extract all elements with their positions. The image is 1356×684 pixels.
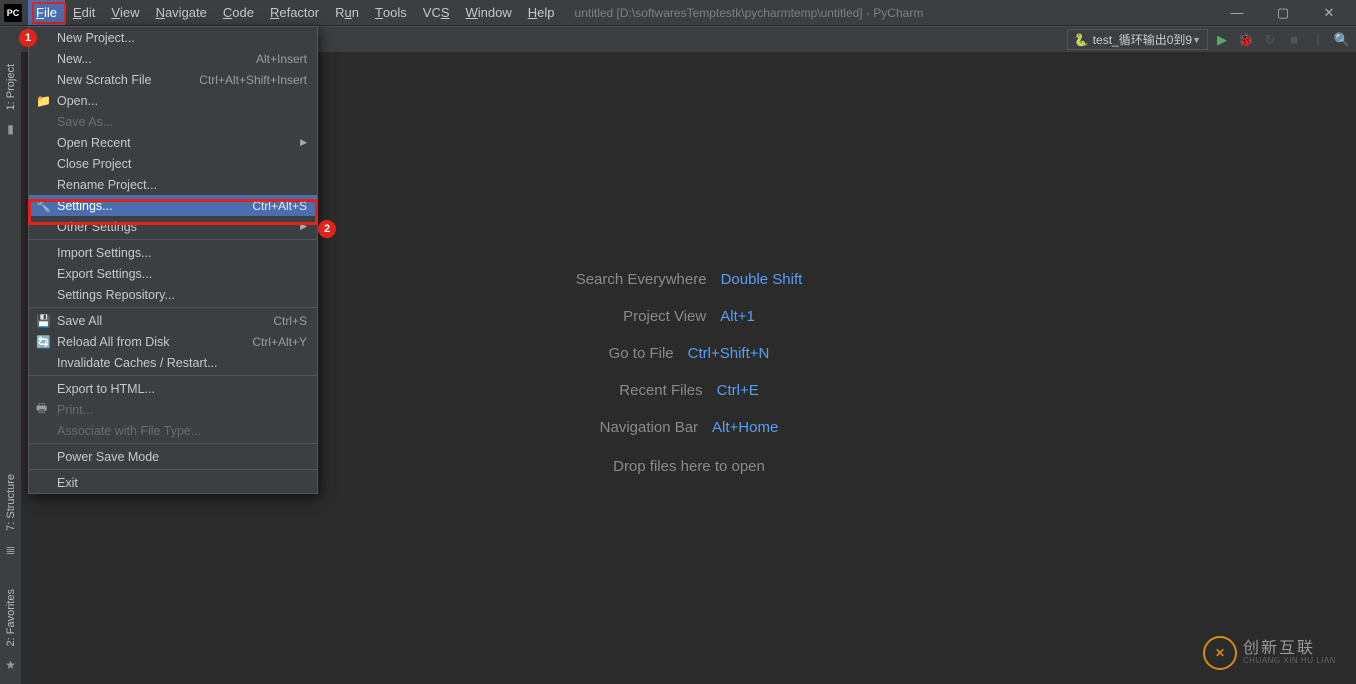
menu-navigate[interactable]: Navigate: [148, 0, 215, 25]
wrench-icon: 🔧: [36, 199, 51, 213]
run-config-selector[interactable]: 🐍 test_循环输出0到9 ▼: [1067, 29, 1208, 50]
menu-export-settings[interactable]: Export Settings...: [29, 263, 317, 284]
tab-project[interactable]: 1: Project: [3, 56, 19, 118]
menu-settings[interactable]: 🔧Settings...Ctrl+Alt+S: [29, 195, 317, 216]
menu-run[interactable]: Run: [327, 0, 367, 25]
menu-vcs[interactable]: VCS: [415, 0, 458, 25]
hint-search-key: Double Shift: [721, 271, 803, 288]
menu-separator: [29, 469, 317, 470]
file-menu-dropdown: New Project... New...Alt+Insert New Scra…: [28, 26, 318, 494]
search-button[interactable]: 🔍: [1332, 30, 1352, 50]
window-title: untitled [D:\softwaresTemptestk\pycharmt…: [575, 6, 924, 20]
menu-file[interactable]: File: [28, 0, 65, 25]
watermark-logo: ✕: [1203, 636, 1237, 670]
menu-open[interactable]: 📁Open...: [29, 90, 317, 111]
menubar: PC File Edit View Navigate Code Refactor…: [0, 0, 1356, 26]
folder-icon: 📁: [36, 94, 51, 108]
debug-button[interactable]: 🐞: [1236, 30, 1256, 50]
watermark-cn: 创新互联: [1243, 641, 1336, 657]
hint-navbar: Navigation Bar: [600, 419, 698, 436]
annotation-badge-1: 1: [19, 29, 37, 47]
menu-print: 🖶Print...: [29, 399, 317, 420]
save-icon: 💾: [36, 314, 51, 328]
chevron-right-icon: ▶: [300, 137, 307, 148]
menu-edit[interactable]: Edit: [65, 0, 103, 25]
hint-recent-files: Recent Files: [619, 382, 702, 399]
project-icon: ▮: [7, 122, 14, 136]
chevron-down-icon: ▼: [1192, 35, 1201, 45]
drop-files-hint: Drop files here to open: [613, 458, 765, 475]
menu-new[interactable]: New...Alt+Insert: [29, 48, 317, 69]
annotation-badge-2: 2: [318, 220, 336, 238]
menu-separator: [29, 375, 317, 376]
watermark-en: CHUANG XIN HU LIAN: [1243, 657, 1336, 665]
menu-rename-project[interactable]: Rename Project...: [29, 174, 317, 195]
app-icon: PC: [4, 4, 22, 22]
menu-view[interactable]: View: [103, 0, 147, 25]
hint-project-view: Project View: [623, 308, 706, 325]
sep: |: [1308, 30, 1328, 50]
menu-help[interactable]: Help: [520, 0, 563, 25]
menu-new-scratch[interactable]: New Scratch FileCtrl+Alt+Shift+Insert: [29, 69, 317, 90]
print-icon: 🖶: [36, 399, 47, 420]
watermark: ✕ 创新互联 CHUANG XIN HU LIAN: [1203, 636, 1336, 670]
menu-open-recent[interactable]: Open Recent▶: [29, 132, 317, 153]
stop2-button[interactable]: ■: [1284, 30, 1304, 50]
hint-search: Search Everywhere: [576, 271, 707, 288]
menu-code[interactable]: Code: [215, 0, 262, 25]
menu-new-project[interactable]: New Project...: [29, 27, 317, 48]
menu-other-settings[interactable]: Other Settings▶: [29, 216, 317, 237]
minimize-button[interactable]: —: [1214, 0, 1260, 26]
structure-icon: ≣: [5, 543, 15, 557]
sync-icon: 🔄: [36, 335, 51, 349]
menu-import-settings[interactable]: Import Settings...: [29, 242, 317, 263]
menu-reload[interactable]: 🔄Reload All from DiskCtrl+Alt+Y: [29, 331, 317, 352]
chevron-right-icon: ▶: [300, 221, 307, 232]
menu-tools[interactable]: Tools: [367, 0, 415, 25]
menu-exit[interactable]: Exit: [29, 472, 317, 493]
favorites-icon: ★: [5, 658, 16, 672]
menu-settings-repo[interactable]: Settings Repository...: [29, 284, 317, 305]
menu-save-all[interactable]: 💾Save AllCtrl+S: [29, 310, 317, 331]
menu-save-as: Save As...: [29, 111, 317, 132]
menu-separator: [29, 239, 317, 240]
menu-separator: [29, 307, 317, 308]
left-gutter: 1: Project ▮ 7: Structure ≣ 2: Favorites…: [0, 52, 22, 684]
hint-goto-file: Go to File: [609, 345, 674, 362]
tab-structure[interactable]: 7: Structure: [3, 466, 19, 539]
hint-project-view-key: Alt+1: [720, 308, 755, 325]
hint-recent-files-key: Ctrl+E: [717, 382, 759, 399]
stop-button[interactable]: ↻: [1260, 30, 1280, 50]
menu-power-save[interactable]: Power Save Mode: [29, 446, 317, 467]
run-config-name: test_循环输出0到9: [1093, 31, 1192, 48]
run-button[interactable]: ▶: [1212, 30, 1232, 50]
menu-refactor[interactable]: Refactor: [262, 0, 327, 25]
tab-favorites[interactable]: 2: Favorites: [3, 581, 19, 654]
python-icon: 🐍: [1074, 33, 1089, 47]
menu-invalidate[interactable]: Invalidate Caches / Restart...: [29, 352, 317, 373]
hint-navbar-key: Alt+Home: [712, 419, 778, 436]
menu-export-html[interactable]: Export to HTML...: [29, 378, 317, 399]
maximize-button[interactable]: ▢: [1260, 0, 1306, 26]
close-button[interactable]: ✕: [1306, 0, 1352, 26]
menu-associate: Associate with File Type...: [29, 420, 317, 441]
menu-close-project[interactable]: Close Project: [29, 153, 317, 174]
menu-separator: [29, 443, 317, 444]
menu-window[interactable]: Window: [458, 0, 520, 25]
hint-goto-file-key: Ctrl+Shift+N: [688, 345, 770, 362]
